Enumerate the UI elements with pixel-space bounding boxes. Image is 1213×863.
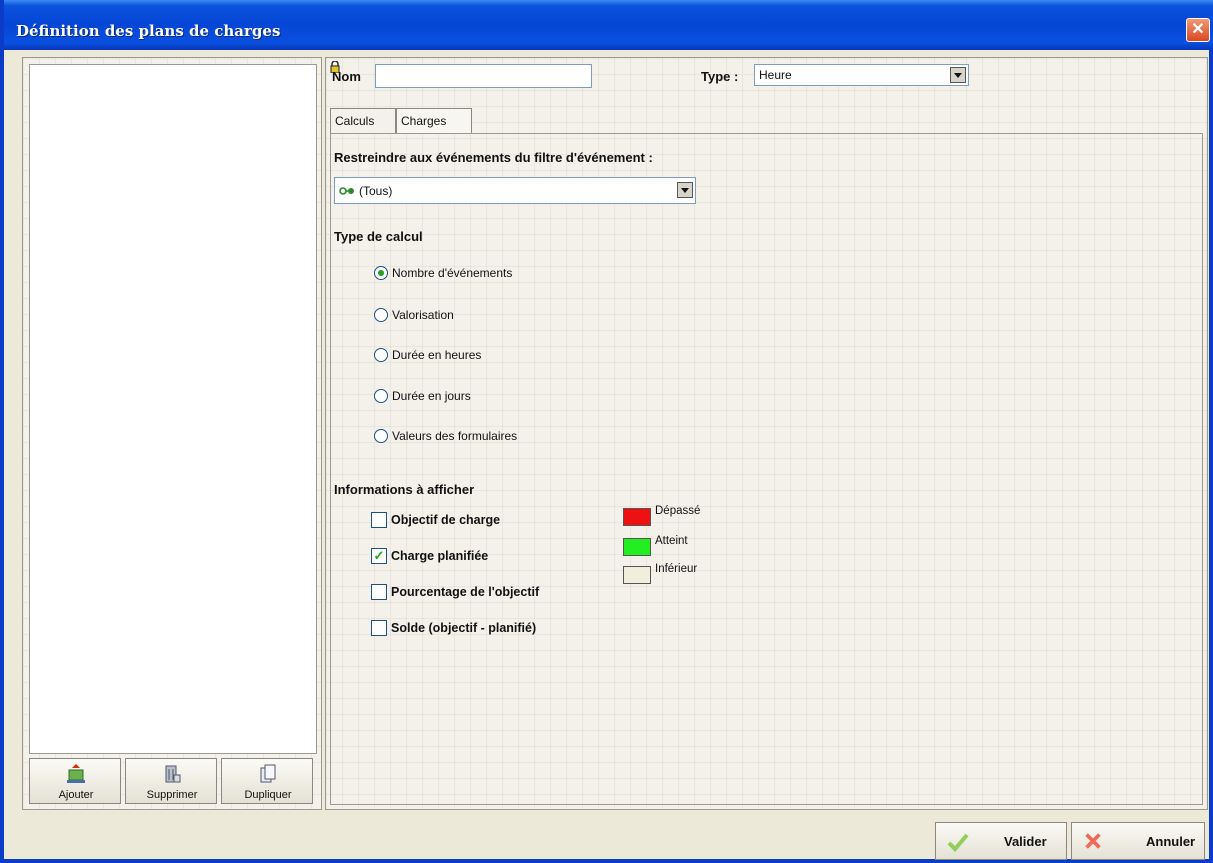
check-icon [947, 833, 969, 852]
info-option-label: Objectif de charge [391, 513, 501, 527]
trash-icon [165, 765, 181, 783]
calc-option-label: Durée en heures [392, 348, 482, 362]
tab-calculs[interactable]: Calculs [330, 108, 396, 133]
validate-button[interactable]: Valider [935, 822, 1067, 860]
calculs-tab-panel: Restreindre aux événements du filtre d'é… [330, 133, 1203, 805]
checkbox[interactable] [371, 620, 387, 636]
close-button[interactable]: ✕ [1186, 18, 1210, 42]
add-plan-icon [67, 764, 85, 783]
type-select[interactable]: Heure [754, 64, 969, 86]
color-swatch[interactable] [623, 508, 651, 526]
color-swatch[interactable] [623, 538, 651, 556]
event-filter-value: (Tous) [359, 184, 393, 198]
event-filter-select[interactable]: (Tous) [334, 177, 696, 204]
filter-label: Restreindre aux événements du filtre d'é… [334, 150, 653, 165]
delete-button[interactable]: Supprimer [125, 758, 217, 804]
type-select-value: Heure [759, 68, 792, 82]
info-label: Informations à afficher [334, 482, 475, 497]
dialog-window: Définition des plans de charges ✕ Ajoute… [0, 0, 1213, 863]
duplicate-button[interactable]: Dupliquer [221, 758, 313, 804]
info-option-label: Charge planifiée [391, 549, 489, 563]
legend-label: Atteint [655, 535, 688, 547]
duplicate-icon [260, 764, 276, 783]
info-option-label: Pourcentage de l'objectif [391, 585, 540, 599]
calc-option-label: Valorisation [392, 308, 454, 322]
chevron-down-icon[interactable] [677, 182, 693, 198]
radio-button[interactable] [374, 266, 388, 280]
add-button-label: Ajouter [58, 789, 94, 801]
calc-type-label: Type de calcul [334, 229, 423, 244]
name-input[interactable] [375, 64, 592, 88]
duplicate-button-label: Dupliquer [244, 789, 292, 801]
radio-button[interactable] [374, 308, 388, 322]
checkbox[interactable] [371, 584, 387, 600]
checkbox[interactable]: ✓ [371, 548, 387, 564]
tab-charges-label: Charges [401, 114, 447, 128]
radio-button[interactable] [374, 389, 388, 403]
radio-button[interactable] [374, 348, 388, 362]
calc-option-label: Valeurs des formulaires [392, 429, 518, 443]
cancel-button-label: Annuler [1146, 834, 1196, 849]
calc-option-label: Durée en jours [392, 389, 471, 403]
tab-charges[interactable]: Charges [396, 108, 472, 133]
calc-option-label: Nombre d'événements [392, 266, 513, 280]
name-label: Nom [332, 69, 361, 84]
close-icon: ✕ [1191, 21, 1205, 38]
plans-list[interactable] [29, 64, 317, 754]
title-bar[interactable]: Définition des plans de charges ✕ [4, 0, 1213, 50]
type-label: Type : [701, 69, 739, 84]
info-option-label: Solde (objectif - planifié) [391, 621, 537, 635]
filter-icon [339, 187, 354, 195]
plan-editor-panel: Nom Type : Heure Calculs Charges Restrei… [325, 57, 1208, 810]
validate-button-label: Valider [1004, 834, 1047, 849]
chevron-down-icon[interactable] [950, 67, 966, 83]
radio-button[interactable] [374, 429, 388, 443]
delete-button-label: Supprimer [146, 789, 198, 801]
checkbox[interactable] [371, 512, 387, 528]
checkmark-icon: ✓ [373, 548, 385, 563]
list-toolbar: Ajouter Supprimer Dupliquer [29, 758, 317, 806]
tab-calculs-label: Calculs [335, 114, 375, 128]
legend-label: Inférieur [655, 563, 698, 575]
legend-label: Dépassé [655, 505, 701, 517]
cancel-button[interactable]: Annuler [1071, 822, 1205, 860]
add-button[interactable]: Ajouter [29, 758, 121, 804]
close-icon [1085, 833, 1101, 849]
color-swatch[interactable] [623, 566, 651, 584]
window-title: Définition des plans de charges [16, 22, 281, 40]
plans-list-panel: Ajouter Supprimer Dupliquer [22, 57, 322, 810]
